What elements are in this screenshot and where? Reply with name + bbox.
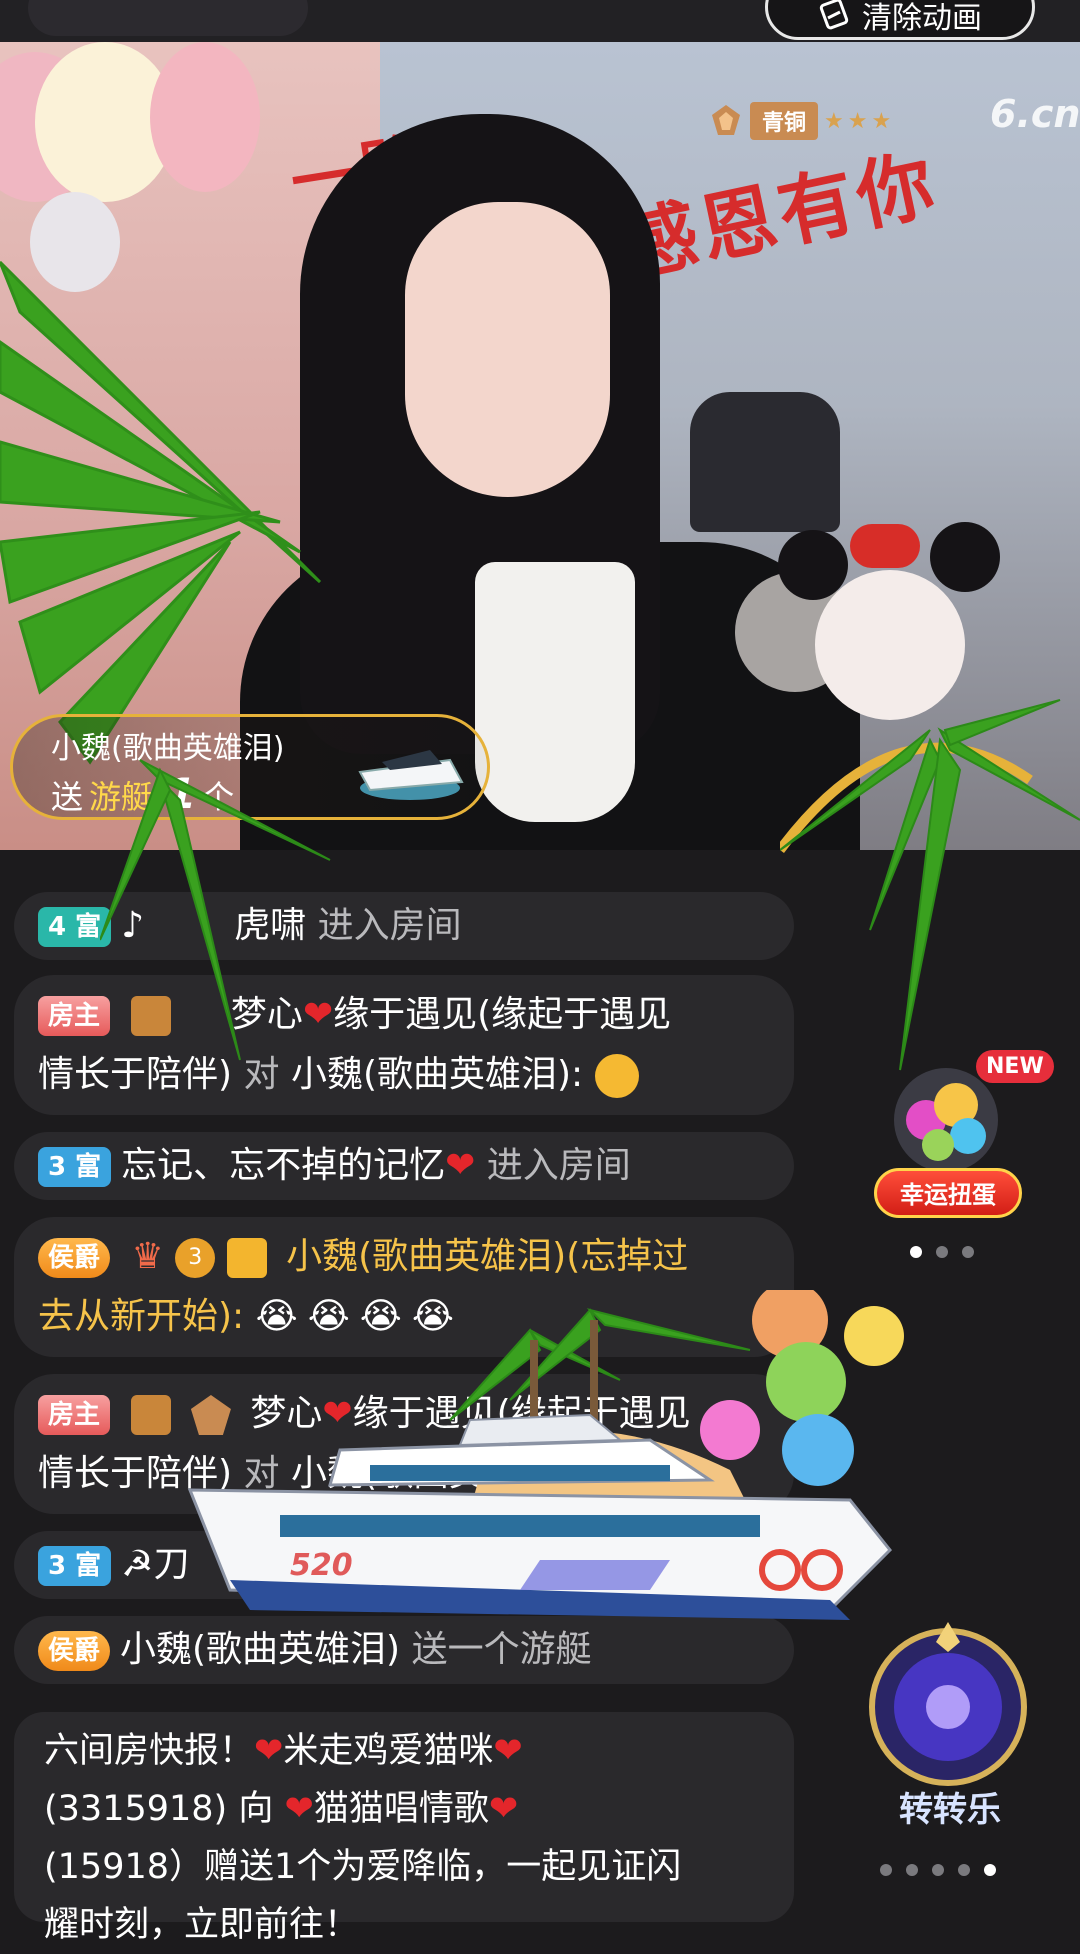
broadcast-direction: 向 [238,1789,274,1829]
system-broadcast[interactable]: 六间房快报！❤米走鸡爱猫咪❤ (3315918) 向 ❤猫猫唱情歌❤ (1591… [14,1712,794,1945]
chat-username[interactable]: 小魏(歌曲英雄泪)(忘掉过 [286,1236,688,1277]
spin-wheel-icon[interactable] [858,1612,1038,1792]
chat-message[interactable]: 3 富忘记、忘不掉的记忆❤ 进入房间 [14,1132,794,1200]
spin-wheel-label[interactable]: 转转乐 [860,1782,1040,1831]
carousel-dot[interactable] [936,1246,948,1258]
chat-prefix-icon: ☭ [121,1544,154,1585]
rank-icon [712,105,740,135]
marquis-badge: 侯爵 [38,1631,111,1671]
gacha-carousel-dots [910,1246,974,1258]
host-badge: 房主 [38,1395,111,1435]
heart-icon: ❤ [254,1731,284,1771]
room-info-pill[interactable] [28,0,308,36]
marquis-badge: 侯爵 [38,1238,111,1278]
palm-leaves-decoration [0,260,322,765]
anchor-level-badge[interactable]: 青铜 ★★★ [708,102,895,140]
plush-ear [930,522,1000,592]
wealth-badge: 3 富 [38,1546,112,1586]
crown-icon: ♛ [131,1236,164,1277]
broom-icon [819,0,849,30]
clear-animation-button[interactable]: 清除动画 [765,0,1035,40]
plush-bow [850,524,920,568]
avatar-icon [226,1238,267,1278]
broadcast-user-id: (3315918) [44,1789,228,1829]
heart-icon: ❤ [445,1145,476,1186]
new-badge: NEW [976,1050,1054,1083]
carousel-dot[interactable] [932,1864,944,1876]
spin-carousel-dots [880,1864,996,1876]
broadcast-user[interactable]: 米走鸡爱猫咪 [283,1731,493,1771]
carousel-dot[interactable] [984,1864,996,1876]
streamer-face [405,202,610,497]
broadcast-text[interactable]: 耀时刻，立即前往！ [44,1896,764,1954]
balloon [150,42,260,192]
site-watermark: 6.cn [990,92,1080,136]
broadcast-user[interactable]: 猫猫唱情歌 [314,1789,489,1829]
carousel-dot[interactable] [910,1246,922,1258]
carousel-dot[interactable] [880,1864,892,1876]
palm-tree-decoration [780,699,1080,1071]
carousel-dot[interactable] [958,1864,970,1876]
streamer-shirt [475,562,635,822]
yacht-number: 520 [290,1548,353,1583]
emoji-icon [594,1054,639,1098]
vip-level-icon: 3 [175,1238,216,1278]
backdrop-banner-right: 感恩有你 [613,138,946,293]
palm-tree-decoration [100,759,331,1061]
heart-icon: ❤ [284,1789,314,1829]
chat-username-rest[interactable]: 缘于遇见(缘起于遇见 [333,994,671,1035]
chat-action: 进入房间 [486,1145,631,1186]
broadcast-title: 六间房快报！ [44,1731,255,1771]
anchor-level-name: 青铜 [750,102,819,140]
yacht-gift-animation: 520 [187,1290,904,1620]
anchor-level-stars: ★★★ [824,108,896,134]
carousel-dot[interactable] [906,1864,918,1876]
carousel-dot[interactable] [962,1246,974,1258]
chat-username[interactable]: 忘记、忘不掉的记忆 [121,1145,445,1186]
lucky-gacha-widget[interactable]: NEW 幸运扭蛋 [874,1050,1054,1230]
gacha-label: 幸运扭蛋 [874,1168,1022,1218]
yacht-gift-icon [358,750,464,800]
broadcast-text: (15918）赠送1个为爱降临，一起见证闪 [44,1847,682,1887]
clear-animation-label: 清除动画 [862,1,982,36]
heart-icon: ❤ [493,1731,523,1771]
top-bar: 清除动画 [0,0,1080,42]
chair [690,392,840,532]
heart-icon: ❤ [488,1789,519,1829]
wealth-badge: 3 富 [38,1147,112,1187]
gift-verb: 送 [51,778,84,816]
